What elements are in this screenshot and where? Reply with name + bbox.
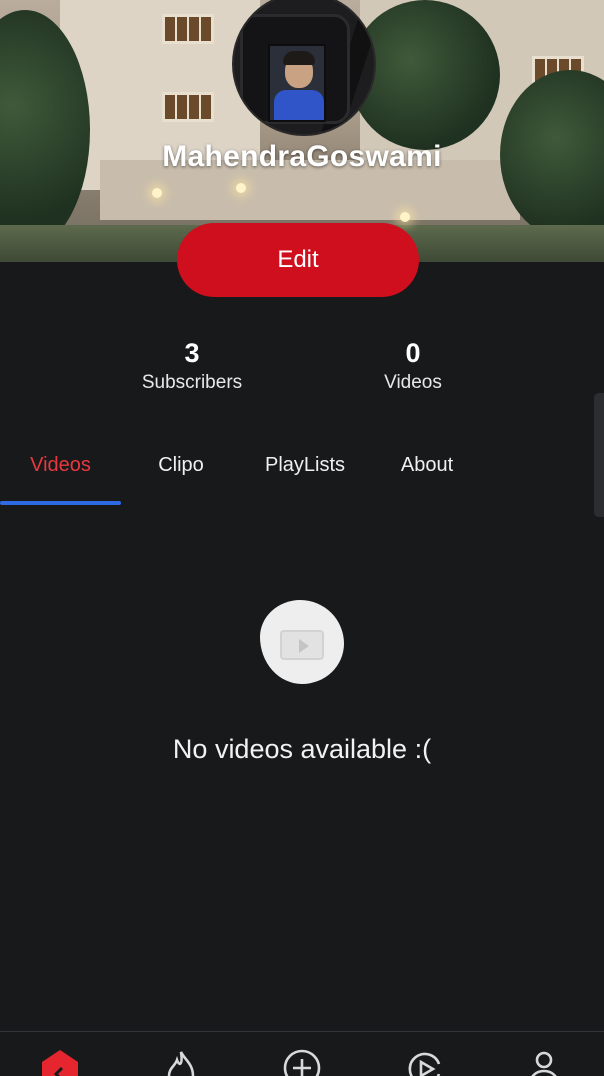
cover-lamp xyxy=(152,188,162,198)
add-circle-icon[interactable] xyxy=(280,1048,324,1076)
tab-clipo[interactable]: Clipo xyxy=(121,440,241,506)
subscriptions-play-icon[interactable] xyxy=(403,1048,447,1076)
subscribers-stat: 3 Subscribers xyxy=(112,338,272,394)
subscribers-label: Subscribers xyxy=(141,372,243,393)
home-icon[interactable] xyxy=(38,1048,82,1076)
profile-icon[interactable] xyxy=(522,1048,566,1076)
videos-label: Videos xyxy=(384,372,442,393)
empty-state-message: No videos available :( xyxy=(172,734,432,764)
trending-flame-icon[interactable] xyxy=(159,1048,203,1076)
cover-window xyxy=(162,14,214,44)
channel-username: MahendraGoswami xyxy=(162,140,442,173)
edit-profile-button[interactable]: Edit xyxy=(177,223,419,297)
scrollbar-handle[interactable] xyxy=(594,393,604,517)
videos-stat: 0 Videos xyxy=(333,338,493,394)
tab-videos[interactable]: Videos xyxy=(0,440,121,506)
bottom-navigation xyxy=(0,1031,604,1076)
cover-window xyxy=(162,92,214,122)
profile-screen: MahendraGoswami Edit 3 Subscribers 0 Vid… xyxy=(0,0,604,1076)
video-placeholder-icon xyxy=(260,600,344,684)
tab-about[interactable]: About xyxy=(369,440,485,506)
cover-lamp xyxy=(400,212,410,222)
subscribers-count: 3 xyxy=(184,338,200,368)
profile-tabs: Videos Clipo PlayLists About xyxy=(0,440,604,506)
cover-lamp xyxy=(236,183,246,193)
tab-playlists[interactable]: PlayLists xyxy=(241,440,369,506)
avatar[interactable] xyxy=(232,0,376,136)
avatar-photo xyxy=(268,44,326,122)
videos-count: 0 xyxy=(405,338,421,368)
active-tab-indicator xyxy=(0,501,121,505)
